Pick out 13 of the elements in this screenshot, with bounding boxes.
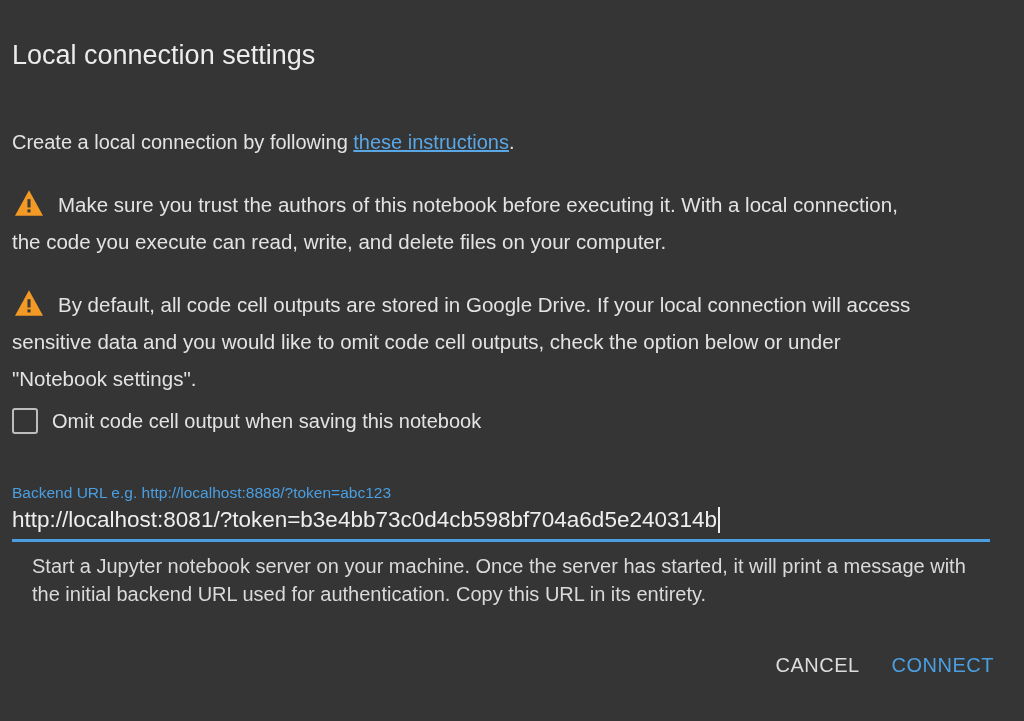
warning-icon: [12, 189, 46, 217]
intro-text: Create a local connection by following these instructions.: [12, 130, 516, 155]
help-text: Start a Jupyter notebook server on your machine. Once the server has started, it will print a message with the initial backend URL used for authentication. Copy this URL in its entirety.: [32, 554, 967, 607]
warning-text: By default, all code cell outputs are stored in Google Drive. If your local connection will access sensitive data and you would like to omit code cell outputs, check the option below or under "Notebook settings".: [12, 286, 912, 397]
cancel-button[interactable]: CANCEL: [765, 646, 870, 684]
connect-button[interactable]: CONNECT: [881, 646, 1004, 684]
instructions-link[interactable]: these instructions: [353, 131, 509, 153]
dialog-title: Local connection settings: [12, 39, 317, 72]
checkbox-label: Omit code cell output when saving this notebook: [52, 409, 482, 434]
backend-url-field[interactable]: Backend URL e.g. http://localhost:8888/?token=abc123 http://localhost:8081/?token=b3e4bb73c0d4cb598bf704a6d5e240314b: [12, 483, 990, 542]
omit-output-checkbox[interactable]: [12, 408, 38, 434]
warning-text: Make sure you trust the authors of this notebook before executing it. With a local connection, the code you execute can read, write, and delete files on your computer.: [12, 186, 912, 260]
warning-icon: [12, 289, 46, 317]
